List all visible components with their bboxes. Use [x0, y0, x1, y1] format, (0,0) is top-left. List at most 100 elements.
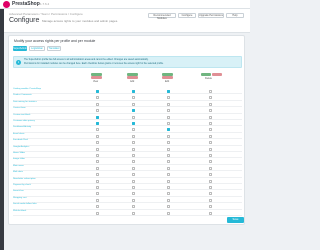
tab-translator[interactable]: Translator	[47, 46, 61, 51]
permission-checkbox-edit[interactable]	[167, 192, 170, 196]
permission-checkbox-view[interactable]	[96, 160, 99, 164]
permission-checkbox-delete[interactable]	[209, 192, 212, 196]
permission-checkbox-edit[interactable]	[167, 141, 170, 145]
permission-checkbox-add[interactable]	[132, 90, 135, 93]
permission-checkbox-delete[interactable]	[209, 179, 212, 183]
permission-checkbox-edit[interactable]	[167, 90, 170, 93]
module-name-link[interactable]: Catalog module: PrestaShop	[13, 88, 49, 91]
permission-checkbox-add[interactable]	[132, 128, 135, 132]
permission-checkbox-view[interactable]	[96, 179, 99, 183]
permission-checkbox-add[interactable]	[132, 192, 135, 196]
permission-checkbox-add[interactable]	[132, 205, 135, 209]
permission-checkbox-view[interactable]	[96, 205, 99, 209]
module-name-link[interactable]: Search bar	[13, 190, 49, 193]
module-name-link[interactable]: Shopping cart	[13, 197, 49, 200]
permission-checkbox-edit[interactable]	[167, 160, 170, 164]
permission-checkbox-edit[interactable]	[167, 205, 170, 209]
permission-checkbox-add[interactable]	[132, 96, 135, 100]
permission-checkbox-edit[interactable]	[167, 134, 170, 138]
permission-checkbox-view[interactable]	[96, 102, 99, 106]
module-name-link[interactable]: Social media follow links	[13, 203, 49, 206]
permission-checkbox-view[interactable]	[96, 96, 99, 100]
permission-checkbox-edit[interactable]	[167, 154, 170, 157]
prestashop-logo-icon[interactable]	[3, 1, 10, 8]
module-name-link[interactable]: Custom text block	[13, 114, 49, 117]
permission-checkbox-edit[interactable]	[167, 186, 170, 189]
permission-checkbox-add[interactable]	[132, 166, 135, 170]
permission-checkbox-edit[interactable]	[167, 109, 170, 113]
permission-checkbox-edit[interactable]	[167, 166, 170, 170]
permission-checkbox-add[interactable]	[132, 160, 135, 164]
permission-checkbox-add[interactable]	[132, 154, 135, 157]
permission-checkbox-view[interactable]	[96, 166, 99, 170]
delete-check-all-button[interactable]	[201, 73, 211, 76]
permission-checkbox-add[interactable]	[132, 173, 135, 177]
module-name-link[interactable]: Mail alerts	[13, 171, 49, 174]
permission-checkbox-edit[interactable]	[167, 198, 170, 202]
save-button[interactable]: Save	[227, 217, 244, 223]
permission-checkbox-add[interactable]	[132, 147, 135, 151]
permission-checkbox-delete[interactable]	[209, 141, 212, 145]
permission-checkbox-add[interactable]	[132, 109, 135, 113]
permission-checkbox-add[interactable]	[132, 186, 135, 189]
permission-checkbox-add[interactable]	[132, 211, 135, 215]
permission-checkbox-view[interactable]	[96, 186, 99, 189]
module-name-link[interactable]: Contact form	[13, 107, 49, 110]
permission-checkbox-view[interactable]	[96, 134, 99, 138]
permission-checkbox-view[interactable]	[96, 122, 99, 125]
permission-checkbox-delete[interactable]	[209, 166, 212, 170]
permission-checkbox-edit[interactable]	[167, 102, 170, 106]
tab-logistician[interactable]: Logistician	[29, 46, 45, 51]
permission-checkbox-view[interactable]	[96, 211, 99, 215]
breadcrumb[interactable]: Advanced Parameters / Team / Permissions…	[9, 12, 83, 16]
delete-uncheck-all-button[interactable]	[212, 73, 222, 76]
module-name-link[interactable]: Image slider	[13, 158, 49, 161]
permission-checkbox-delete[interactable]	[209, 115, 212, 119]
permission-checkbox-add[interactable]	[132, 102, 135, 106]
module-name-link[interactable]: Email alerts	[13, 133, 49, 136]
permission-checkbox-delete[interactable]	[209, 134, 212, 138]
permission-checkbox-view[interactable]	[96, 147, 99, 151]
configure-button[interactable]: Configure	[178, 13, 196, 18]
permission-checkbox-view[interactable]	[96, 154, 99, 157]
permission-checkbox-delete[interactable]	[209, 102, 212, 106]
permission-checkbox-delete[interactable]	[209, 205, 212, 209]
permission-checkbox-view[interactable]	[96, 90, 99, 93]
permission-checkbox-edit[interactable]	[167, 147, 170, 151]
module-name-link[interactable]: Payment by check	[13, 184, 49, 187]
module-name-link[interactable]: Main menu	[13, 165, 49, 168]
edit-uncheck-all-button[interactable]	[162, 76, 173, 79]
module-name-link[interactable]: Home Slider	[13, 152, 49, 155]
upgrade-permissions-button[interactable]: Upgrade Permissions	[198, 13, 224, 18]
permission-checkbox-view[interactable]	[96, 198, 99, 202]
permission-checkbox-delete[interactable]	[209, 186, 212, 189]
permission-checkbox-edit[interactable]	[167, 173, 170, 177]
module-name-link[interactable]: Google Analytics	[13, 146, 49, 149]
view-uncheck-all-button[interactable]	[91, 76, 102, 79]
permission-checkbox-delete[interactable]	[209, 173, 212, 177]
module-name-link[interactable]: Newsletter subscription	[13, 178, 49, 181]
module-name-link[interactable]: Data mining for statistics	[13, 101, 49, 104]
tab-superadmin[interactable]: SuperAdmin	[13, 46, 27, 51]
permission-checkbox-view[interactable]	[96, 115, 99, 119]
permission-checkbox-add[interactable]	[132, 134, 135, 138]
permission-checkbox-edit[interactable]	[167, 128, 170, 132]
permission-checkbox-delete[interactable]	[209, 160, 212, 164]
permission-checkbox-edit[interactable]	[167, 179, 170, 183]
permission-checkbox-delete[interactable]	[209, 96, 212, 100]
add-uncheck-all-button[interactable]	[127, 76, 138, 79]
permission-checkbox-add[interactable]	[132, 198, 135, 202]
permission-checkbox-view[interactable]	[96, 128, 99, 132]
permission-checkbox-delete[interactable]	[209, 211, 212, 215]
module-name-link[interactable]: Product Comments	[13, 94, 49, 97]
permission-checkbox-edit[interactable]	[167, 211, 170, 215]
permission-checkbox-edit[interactable]	[167, 96, 170, 100]
recommended-modules-button[interactable]: Recommended Modules	[148, 13, 176, 20]
permission-checkbox-delete[interactable]	[209, 128, 212, 132]
permission-checkbox-view[interactable]	[96, 141, 99, 145]
permission-checkbox-delete[interactable]	[209, 154, 212, 157]
help-button[interactable]: Help	[226, 13, 244, 18]
permission-checkbox-delete[interactable]	[209, 90, 212, 93]
permission-checkbox-add[interactable]	[132, 141, 135, 145]
module-name-link[interactable]: Wishlist block	[13, 210, 49, 213]
